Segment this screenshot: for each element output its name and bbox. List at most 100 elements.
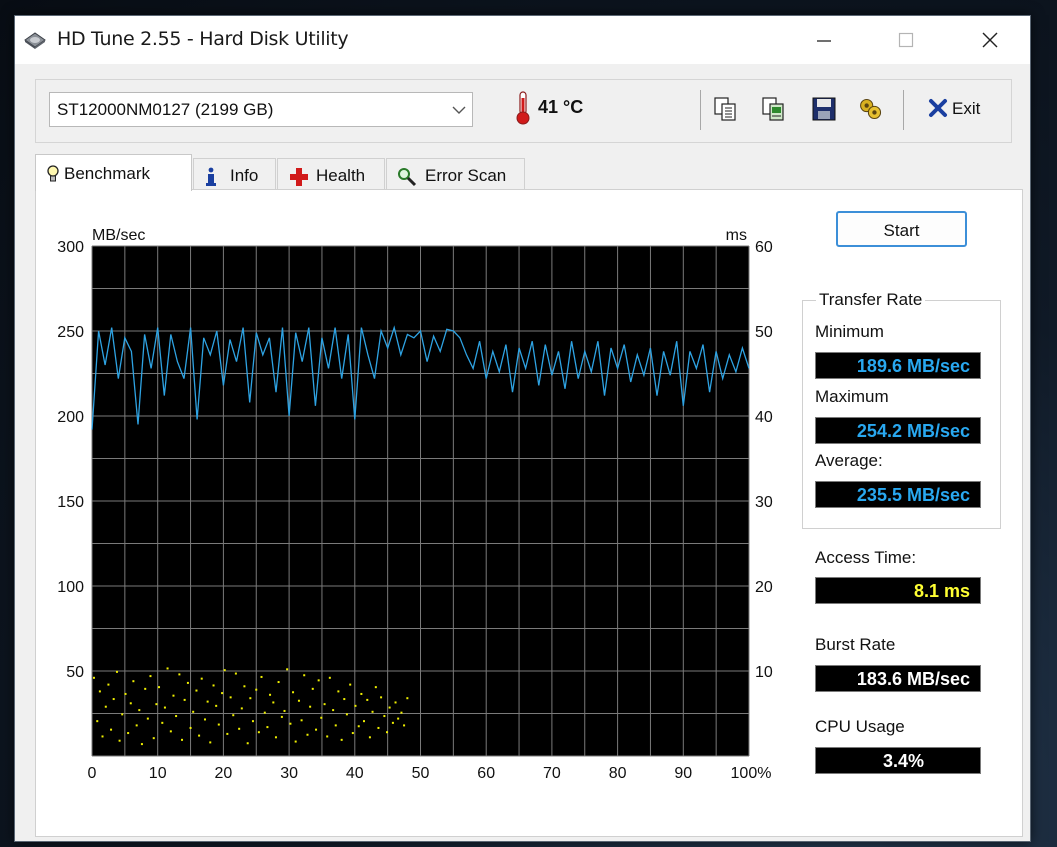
- access-time-dot: [397, 717, 400, 720]
- access-time-dot: [101, 735, 104, 738]
- y-tick-label: 50: [66, 664, 84, 681]
- access-time-dot: [269, 693, 272, 696]
- access-time-dot: [135, 724, 138, 727]
- access-time-dot: [374, 686, 377, 689]
- access-time-dot: [303, 674, 306, 677]
- access-time-dot: [286, 668, 289, 671]
- transfer-rate-title: Transfer Rate: [816, 290, 926, 310]
- toolbar: ST12000NM0127 (2199 GB) 41 °C Exit: [35, 79, 1012, 143]
- maximize-icon: [898, 32, 914, 48]
- cpu-usage-box: 3.4%: [815, 747, 981, 774]
- access-time-dot: [274, 736, 277, 739]
- tab-benchmark[interactable]: Benchmark: [35, 154, 192, 191]
- access-time-dot: [292, 691, 295, 694]
- magnifier-icon: [398, 168, 417, 187]
- y-tick-label: 200: [57, 409, 84, 426]
- minimize-button[interactable]: [801, 16, 847, 64]
- access-time-dot: [371, 710, 374, 713]
- access-time-dot: [283, 709, 286, 712]
- hdtune-window: HD Tune 2.55 - Hard Disk Utility ST12000…: [14, 15, 1031, 842]
- y2-axis-unit-label: ms: [726, 227, 747, 244]
- access-time-dot: [280, 715, 283, 718]
- access-time-dot: [323, 703, 326, 706]
- access-time-dot: [255, 688, 258, 691]
- access-time-dot: [221, 692, 224, 695]
- y2-tick-label: 10: [755, 664, 773, 681]
- access-time-dot: [294, 740, 297, 743]
- info-icon: [206, 167, 216, 186]
- access-time-dot: [240, 707, 243, 710]
- access-time-dot: [112, 698, 115, 701]
- maximum-label: Maximum: [815, 387, 889, 406]
- temperature-readout: 41 °C: [538, 97, 584, 117]
- copy-text-icon[interactable]: [712, 96, 738, 122]
- access-time-dot: [206, 700, 209, 703]
- access-time-dot: [200, 677, 203, 680]
- burst-rate-value: 183.6 MB/sec: [856, 669, 970, 689]
- access-time-dot: [351, 732, 354, 735]
- access-time-dot: [377, 726, 380, 729]
- access-time-dot: [178, 673, 181, 676]
- access-time-dot: [368, 736, 371, 739]
- access-time-dot: [380, 696, 383, 699]
- average-value-box: 235.5 MB/sec: [815, 481, 981, 508]
- tab-label: Info: [230, 166, 259, 185]
- options-icon[interactable]: [858, 96, 884, 122]
- access-time-dot: [385, 731, 388, 734]
- access-time-dot: [129, 702, 132, 705]
- access-time-dot: [349, 683, 352, 686]
- access-time-dot: [118, 739, 121, 742]
- copy-screenshot-icon[interactable]: [760, 96, 786, 122]
- x-tick-label: 80: [609, 765, 627, 782]
- access-time-box: 8.1 ms: [815, 577, 981, 604]
- y2-tick-label: 60: [755, 239, 773, 256]
- maximize-button[interactable]: [883, 16, 929, 64]
- access-time-dot: [158, 686, 161, 689]
- access-time-dot: [209, 741, 212, 744]
- tab-health[interactable]: Health: [277, 158, 385, 190]
- close-button[interactable]: [967, 16, 1013, 64]
- access-time-dot: [300, 719, 303, 722]
- access-time-dot: [311, 687, 314, 690]
- access-time-dot: [289, 722, 292, 725]
- access-time-dot: [181, 738, 184, 741]
- window-title: HD Tune 2.55 - Hard Disk Utility: [57, 28, 349, 50]
- start-button[interactable]: Start: [836, 211, 967, 247]
- access-time-dot: [406, 697, 409, 700]
- y-tick-label: 250: [57, 324, 84, 341]
- tab-info[interactable]: Info: [193, 158, 276, 190]
- access-time-dot: [394, 701, 397, 704]
- access-time-dot: [317, 679, 320, 682]
- tab-label: Error Scan: [425, 166, 507, 185]
- y-axis-unit-label: MB/sec: [92, 227, 145, 244]
- access-time-dot: [172, 694, 175, 697]
- access-time-dot: [215, 704, 218, 707]
- access-time-dot: [345, 713, 348, 716]
- benchmark-panel: 0 10 20 30 40 50 60 70 80 90 100% 50 100 150 200 250 300…: [35, 189, 1023, 837]
- drive-select[interactable]: ST12000NM0127 (2199 GB): [49, 92, 473, 127]
- x-tick-label: 90: [674, 765, 692, 782]
- tab-error-scan[interactable]: Error Scan: [386, 158, 525, 190]
- access-time-dot: [175, 715, 178, 718]
- access-time-dot: [249, 697, 252, 700]
- x-tick-label: 60: [477, 765, 495, 782]
- access-time-dot: [272, 701, 275, 704]
- x-tick-label: 70: [543, 765, 561, 782]
- drive-select-value: ST12000NM0127 (2199 GB): [57, 100, 274, 119]
- benchmark-chart: 0 10 20 30 40 50 60 70 80 90 100% 50 100 150 200 250 300…: [57, 227, 773, 782]
- access-time-dot: [186, 681, 189, 684]
- access-time-dot: [140, 743, 143, 746]
- access-time-dot: [144, 687, 147, 690]
- access-time-dot: [263, 711, 266, 714]
- access-time-dot: [238, 727, 241, 730]
- title-bar[interactable]: HD Tune 2.55 - Hard Disk Utility: [15, 16, 1030, 64]
- save-icon[interactable]: [811, 96, 837, 122]
- access-time-dot: [189, 726, 192, 729]
- x-tick-label: 0: [88, 765, 97, 782]
- thermometer-icon: [516, 91, 530, 125]
- tab-label: Benchmark: [64, 164, 150, 183]
- access-time-dot: [96, 720, 99, 723]
- y2-tick-label: 50: [755, 324, 773, 341]
- access-time-dot: [226, 732, 229, 735]
- average-value: 235.5 MB/sec: [856, 485, 970, 505]
